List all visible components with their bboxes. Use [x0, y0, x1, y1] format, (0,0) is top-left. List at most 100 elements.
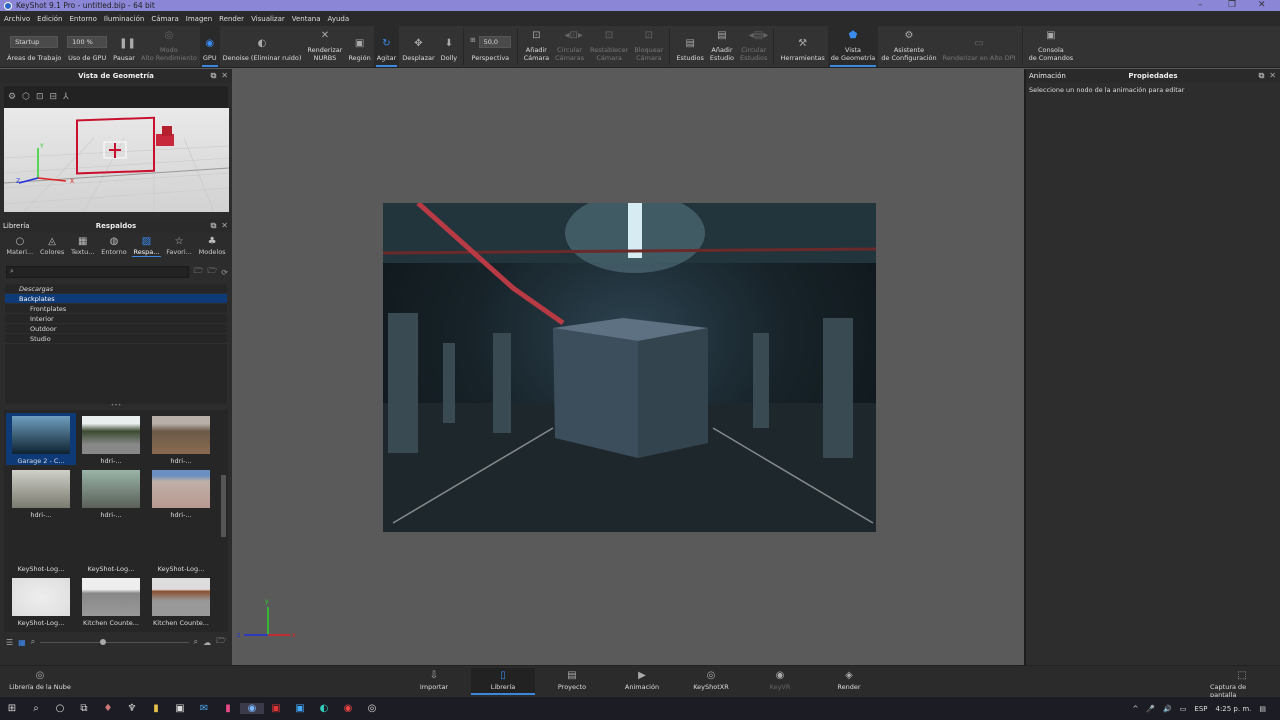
mail-icon[interactable]: ✉: [192, 703, 216, 714]
menu-visualizar[interactable]: Visualizar: [251, 15, 285, 23]
tree-item-frontplates[interactable]: Frontplates: [5, 304, 227, 314]
tree-item-descargas[interactable]: Descargas: [5, 284, 227, 294]
library-thumbnail[interactable]: Kitchen Counte...: [76, 575, 146, 627]
vista-de-geometria-button[interactable]: ⬟ Vista de Geometría: [827, 26, 879, 67]
bottom-tab-importar[interactable]: ⇩ Importar: [402, 670, 466, 691]
gpu-usage-control[interactable]: 100 % Uso de GPU: [64, 26, 110, 67]
network-icon[interactable]: ▭: [1180, 705, 1187, 713]
modo-alto-rendimiento-button[interactable]: ◎ Modo Alto Rendimiento: [138, 26, 200, 67]
renderizar-en-alto-dpi-button[interactable]: ▭ Renderizar en Alto DPI: [940, 26, 1019, 67]
tab-animation[interactable]: Animación: [1029, 72, 1066, 80]
photoshop-icon[interactable]: ▣: [288, 703, 312, 714]
microphone-icon[interactable]: 🎤: [1146, 705, 1155, 713]
library-tab-colores[interactable]: ◬ Colores: [38, 236, 66, 257]
library-thumbnail[interactable]: KeyShot-Log...: [6, 575, 76, 627]
tree-item-studio[interactable]: Studio: [5, 334, 227, 344]
menu-iluminacion[interactable]: Iluminación: [104, 15, 144, 23]
library-tab-materi[interactable]: ○ Materi...: [4, 236, 35, 257]
menu-archivo[interactable]: Archivo: [4, 15, 30, 23]
folder-icon[interactable]: 🗁: [216, 635, 226, 649]
scene-tree-icon[interactable]: ⅄: [63, 92, 69, 102]
grid-view-icon[interactable]: ▦: [18, 638, 26, 647]
geometry-view-canvas[interactable]: Y X Z: [4, 108, 229, 212]
refresh-icon[interactable]: ⟳: [221, 268, 228, 277]
thumbnails-scrollbar[interactable]: [221, 475, 226, 537]
library-thumbnail[interactable]: KeyShot-Log...: [76, 521, 146, 573]
library-tab-favori[interactable]: ☆ Favori...: [164, 236, 194, 257]
library-thumbnail[interactable]: hdri-...: [76, 413, 146, 465]
desplazar-button[interactable]: ✥ Desplazar: [399, 26, 437, 67]
library-search-input[interactable]: ⌕: [6, 266, 190, 278]
maximize-button[interactable]: ❐: [1228, 0, 1236, 10]
herramientas-button[interactable]: ⚒ Herramientas: [777, 26, 827, 67]
menu-entorno[interactable]: Entorno: [70, 15, 97, 23]
circular-camaras-button[interactable]: ◂⊡▸ Circular Cámaras: [552, 26, 587, 67]
keyshot-taskbar-icon[interactable]: ◉: [240, 703, 264, 714]
notifications-icon[interactable]: ▤: [1259, 705, 1266, 713]
library-thumbnail[interactable]: KeyShot-Log...: [6, 521, 76, 573]
cube-icon[interactable]: ⬡: [22, 92, 30, 102]
add-folder-icon[interactable]: 🗁: [193, 265, 203, 279]
library-thumbnail[interactable]: KeyShot-Log...: [146, 521, 216, 573]
tree-item-backplates[interactable]: Backplates: [5, 294, 227, 304]
menu-render[interactable]: Render: [219, 15, 244, 23]
library-thumbnail[interactable]: hdri-...: [76, 467, 146, 519]
import-folder-icon[interactable]: 🗁: [207, 265, 217, 279]
undock-icon[interactable]: ⧉: [1259, 71, 1265, 81]
workspace-control[interactable]: Startup Áreas de Trabajo: [4, 26, 64, 67]
app-icon[interactable]: ▣: [264, 703, 288, 714]
estudios-button[interactable]: ▤ Estudios: [673, 26, 706, 67]
library-tab-textu[interactable]: ▦ Textu...: [69, 236, 96, 257]
file-explorer-icon[interactable]: ▮: [144, 703, 168, 714]
bottom-tab-keyvr[interactable]: ◉ KeyVR: [748, 670, 812, 691]
fit-icon[interactable]: ⊡: [36, 92, 44, 102]
tree-item-interior[interactable]: Interior: [5, 314, 227, 324]
denoise-eliminar-ruido-button[interactable]: ◐ Denoise (Eliminar ruido): [220, 26, 305, 67]
renderizar-nurbs-button[interactable]: ✕ Renderizar NURBS: [304, 26, 345, 67]
library-thumbnail[interactable]: hdri-...: [146, 467, 216, 519]
menu-camara[interactable]: Cámara: [151, 15, 178, 23]
render-image[interactable]: [383, 203, 876, 532]
circular-estudios-button[interactable]: ◂▤▸ Circular Estudios: [737, 26, 770, 67]
windows-start-icon[interactable]: ⊞: [0, 703, 24, 714]
thumbnail-size-slider[interactable]: [40, 638, 189, 645]
fov-input[interactable]: 50,0: [478, 36, 511, 48]
bottom-tab-keyshotxr[interactable]: ◎ KeyShotXR: [679, 670, 743, 691]
zoom-in-icon[interactable]: ⌕: [194, 637, 198, 647]
library-tab-modelos[interactable]: ♣ Modelos: [197, 236, 228, 257]
edge-icon[interactable]: ◐: [312, 703, 336, 714]
clock[interactable]: 4:25 p. m.: [1215, 705, 1251, 713]
undock-icon[interactable]: ⧉: [211, 71, 217, 81]
volume-icon[interactable]: 🔊: [1163, 705, 1172, 713]
bottom-tab-animacion[interactable]: ▶ Animación: [610, 670, 674, 691]
app-icon[interactable]: ◎: [360, 703, 384, 714]
anadir-estudio-button[interactable]: ▤ Añadir Estudio: [707, 26, 737, 67]
library-thumbnail[interactable]: Kitchen Counte...: [146, 575, 216, 627]
cloud-library-button[interactable]: ◎ Librería de la Nube: [8, 670, 72, 691]
library-thumbnail[interactable]: hdri-...: [6, 467, 76, 519]
close-panel-icon[interactable]: ✕: [1269, 71, 1276, 81]
list-view-icon[interactable]: ☰: [6, 638, 13, 647]
close-button[interactable]: ✕: [1258, 0, 1266, 10]
bottom-tab-render[interactable]: ◈ Render: [817, 670, 881, 691]
tray-chevron-icon[interactable]: ^: [1132, 705, 1138, 713]
tree-item-outdoor[interactable]: Outdoor: [5, 324, 227, 334]
store-icon[interactable]: ▣: [168, 703, 192, 714]
restablecer-camara-button[interactable]: ⊡ Restablecer Cámara: [587, 26, 631, 67]
app-icon[interactable]: ♆: [120, 703, 144, 714]
library-thumbnail[interactable]: Garage 2 - C...: [6, 413, 76, 465]
minimize-button[interactable]: –: [1198, 0, 1203, 10]
zoom-out-icon[interactable]: ⌕: [31, 637, 35, 647]
library-tab-respa[interactable]: ▨ Respa...: [131, 236, 162, 257]
app-icon[interactable]: ▮: [216, 703, 240, 714]
chrome-icon[interactable]: ◉: [336, 703, 360, 714]
perspective-control[interactable]: ⊞ 50,0 Perspectiva: [467, 26, 513, 67]
consola-de-comandos-button[interactable]: ▣ Consola de Comandos: [1026, 26, 1077, 67]
close-panel-icon[interactable]: ✕: [221, 221, 228, 231]
region-button[interactable]: ▣ Región: [345, 26, 373, 67]
bloquear-camara-button[interactable]: ⊡ Bloquear Cámara: [631, 26, 666, 67]
menu-ayuda[interactable]: Ayuda: [328, 15, 350, 23]
menu-edicion[interactable]: Edición: [37, 15, 62, 23]
search-icon[interactable]: ⌕: [24, 703, 48, 714]
settings-icon[interactable]: ⚙: [8, 92, 16, 102]
